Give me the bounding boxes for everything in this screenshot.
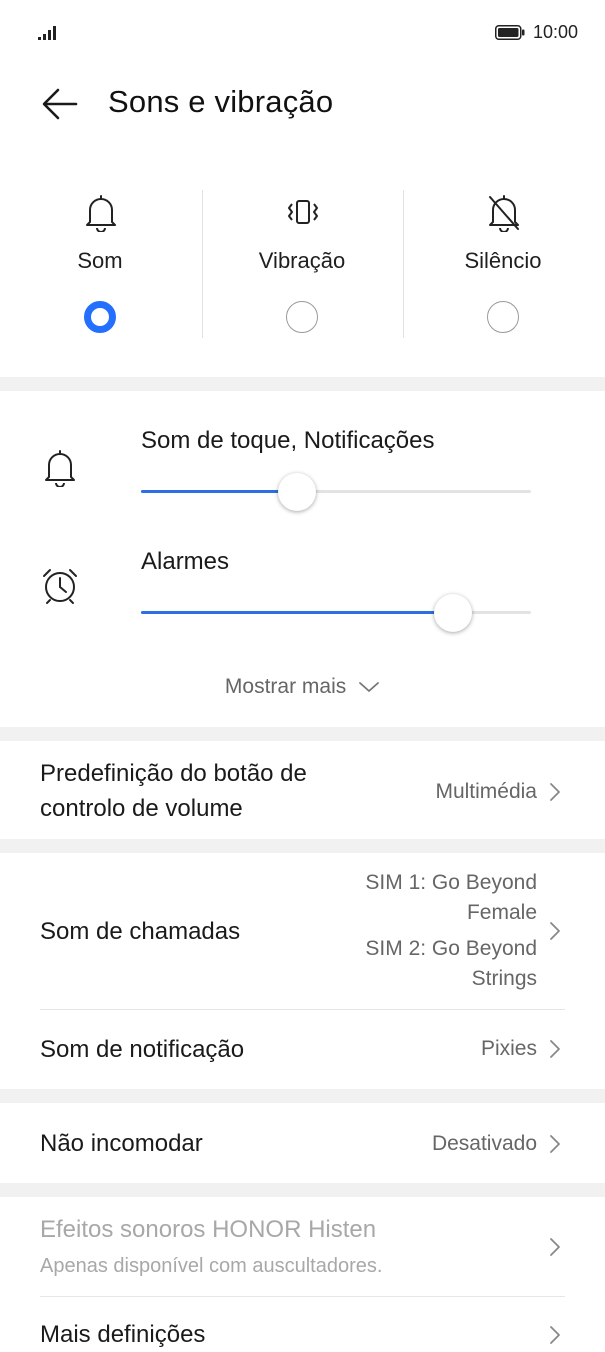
row-title: Som de notificação: [40, 1036, 245, 1063]
alarm-clock-icon: [43, 569, 77, 604]
radio-silent[interactable]: [487, 301, 519, 333]
mode-vibration[interactable]: Vibração: [202, 188, 402, 338]
row-value: Multimédia: [435, 780, 537, 803]
bell-off-icon: [489, 195, 519, 232]
row-title: Não incomodar: [40, 1130, 203, 1157]
radio-sound[interactable]: [84, 301, 116, 333]
chevron-right-icon: [550, 1040, 560, 1058]
bell-icon: [86, 195, 116, 232]
row-notification-sound[interactable]: Som de notificação Pixies: [0, 1010, 605, 1089]
row-do-not-disturb[interactable]: Não incomodar Desativado: [0, 1103, 605, 1183]
section-gap: [0, 727, 605, 741]
sim2-ringtone: Strings: [471, 967, 537, 990]
radio-vibration[interactable]: [286, 301, 318, 333]
row-histen[interactable]: Efeitos sonoros HONOR Histen Apenas disp…: [0, 1197, 605, 1296]
chevron-right-icon: [550, 922, 560, 940]
mode-sound[interactable]: Som: [0, 188, 200, 338]
slider-fill: [141, 490, 297, 493]
section-gap: [0, 839, 605, 853]
sim2-ringtone: SIM 2: Go Beyond: [365, 937, 537, 960]
chevron-right-icon: [550, 1135, 560, 1153]
chevron-right-icon: [550, 1326, 560, 1344]
row-volume-button-preset[interactable]: Predefinição do botão de controlo de vol…: [0, 741, 605, 839]
mode-label: Vibração: [258, 248, 346, 273]
show-more-button[interactable]: Mostrar mais: [0, 675, 605, 699]
row-value: Desativado: [431, 1132, 537, 1155]
mode-label: Silêncio: [464, 248, 542, 273]
chevron-right-icon: [550, 1238, 560, 1256]
volume-label-ringtone: Som de toque, Notificações: [141, 427, 435, 454]
show-more-label: Mostrar mais: [224, 675, 347, 698]
vibrate-icon: [288, 200, 318, 224]
battery-icon: [495, 25, 525, 40]
page-title: Sons e vibração: [108, 84, 334, 119]
row-title: Som de chamadas: [40, 918, 241, 945]
section-gap: [0, 377, 605, 391]
slider-thumb-alarms[interactable]: [434, 594, 472, 632]
row-title: Efeitos sonoros HONOR Histen: [40, 1216, 377, 1243]
volume-label-alarms: Alarmes: [141, 548, 230, 575]
row-title: controlo de volume: [40, 795, 243, 822]
chevron-right-icon: [550, 783, 560, 801]
mode-label: Som: [77, 248, 123, 273]
section-gap: [0, 1089, 605, 1103]
slider-fill: [141, 611, 453, 614]
row-title: Mais definições: [40, 1321, 206, 1348]
section-gap: [0, 1183, 605, 1197]
bell-icon: [45, 450, 75, 487]
row-value: Pixies: [480, 1037, 537, 1060]
row-more-settings[interactable]: Mais definições: [0, 1297, 605, 1348]
sim1-ringtone: Female: [466, 901, 537, 924]
row-subtitle: Apenas disponível com auscultadores.: [40, 1255, 383, 1277]
sim1-ringtone: SIM 1: Go Beyond: [365, 871, 537, 894]
mode-silent[interactable]: Silêncio: [403, 188, 603, 338]
back-arrow-icon[interactable]: [40, 84, 80, 124]
signal-icon: [38, 26, 56, 40]
row-ringtone[interactable]: Som de chamadas SIM 1: Go Beyond Female …: [0, 853, 605, 1009]
status-time: 10:00: [532, 22, 578, 42]
slider-thumb-ringtone[interactable]: [278, 473, 316, 511]
chevron-down-icon: [359, 682, 379, 693]
row-title: Predefinição do botão de: [40, 760, 307, 787]
